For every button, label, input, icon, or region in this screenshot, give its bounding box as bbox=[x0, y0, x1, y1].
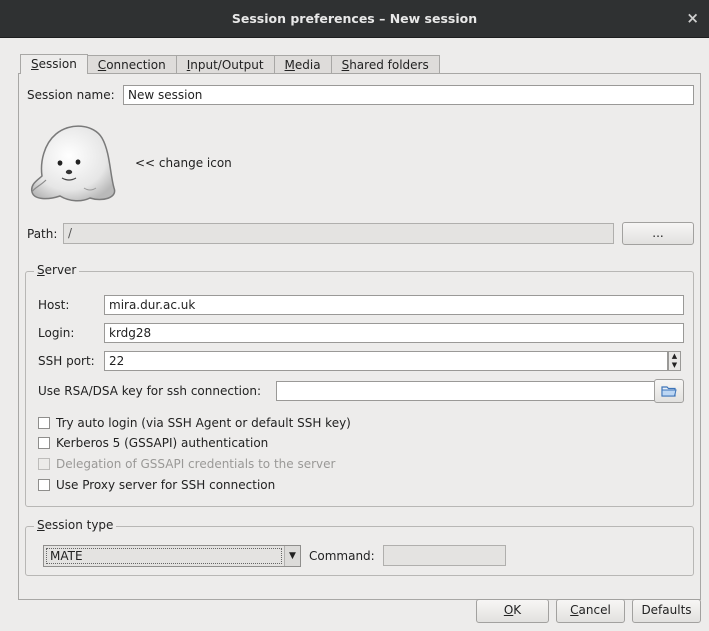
tab-shared-folders[interactable]: Shared folders bbox=[330, 55, 440, 74]
tab-media[interactable]: Media bbox=[273, 55, 332, 74]
tab-session[interactable]: Session bbox=[20, 54, 88, 74]
checkbox-box bbox=[38, 458, 50, 470]
login-input[interactable]: krdg28 bbox=[104, 323, 684, 343]
close-icon[interactable]: × bbox=[686, 9, 699, 27]
path-label: Path: bbox=[27, 227, 58, 241]
host-label: Host: bbox=[38, 298, 70, 312]
tab-bar: Session Connection Input/Output Media Sh… bbox=[20, 54, 440, 74]
spin-down-icon[interactable]: ▼ bbox=[669, 361, 680, 370]
server-group-title: Server bbox=[34, 263, 80, 277]
change-icon-label[interactable]: << change icon bbox=[135, 156, 232, 170]
command-input[interactable] bbox=[383, 545, 506, 566]
cancel-button[interactable]: Cancel bbox=[556, 599, 625, 623]
session-name-input[interactable]: New session bbox=[123, 85, 694, 105]
session-name-label: Session name: bbox=[27, 88, 115, 102]
host-input[interactable]: mira.dur.ac.uk bbox=[104, 295, 684, 315]
defaults-button[interactable]: Defaults bbox=[632, 599, 701, 623]
tab-connection[interactable]: Connection bbox=[86, 55, 177, 74]
auto-login-checkbox[interactable]: Try auto login (via SSH Agent or default… bbox=[38, 416, 351, 430]
command-label: Command: bbox=[309, 549, 375, 563]
seal-icon[interactable] bbox=[26, 122, 122, 204]
session-type-value: MATE bbox=[50, 549, 83, 563]
chevron-down-icon[interactable]: ▼ bbox=[284, 546, 300, 566]
ssh-port-label: SSH port: bbox=[38, 354, 95, 368]
rsa-key-label: Use RSA/DSA key for ssh connection: bbox=[38, 384, 261, 398]
window-title: Session preferences – New session bbox=[231, 11, 478, 26]
ok-button[interactable]: OK bbox=[476, 599, 549, 623]
session-type-select[interactable]: MATE ▼ bbox=[43, 545, 301, 567]
rsa-key-input[interactable] bbox=[276, 381, 673, 401]
login-label: Login: bbox=[38, 326, 75, 340]
rsa-key-browse-button[interactable] bbox=[654, 379, 684, 403]
proxy-checkbox[interactable]: Use Proxy server for SSH connection bbox=[38, 478, 275, 492]
gssapi-delegation-checkbox: Delegation of GSSAPI credentials to the … bbox=[38, 457, 335, 471]
ssh-port-input[interactable]: 22 bbox=[104, 351, 668, 371]
session-type-group-title: Session type bbox=[34, 518, 117, 532]
checkbox-box[interactable] bbox=[38, 437, 50, 449]
path-browse-button[interactable]: ... bbox=[622, 222, 694, 245]
spin-up-icon[interactable]: ▲ bbox=[669, 352, 680, 361]
tab-input-output[interactable]: Input/Output bbox=[175, 55, 275, 74]
kerberos-checkbox[interactable]: Kerberos 5 (GSSAPI) authentication bbox=[38, 436, 268, 450]
ssh-port-spinner[interactable]: ▲ ▼ bbox=[668, 351, 681, 371]
checkbox-box[interactable] bbox=[38, 479, 50, 491]
title-bar: Session preferences – New session × bbox=[0, 0, 709, 38]
dialog-body: Session Connection Input/Output Media Sh… bbox=[0, 38, 709, 631]
folder-open-icon bbox=[661, 386, 677, 401]
checkbox-box[interactable] bbox=[38, 417, 50, 429]
path-input[interactable]: / bbox=[63, 223, 614, 244]
